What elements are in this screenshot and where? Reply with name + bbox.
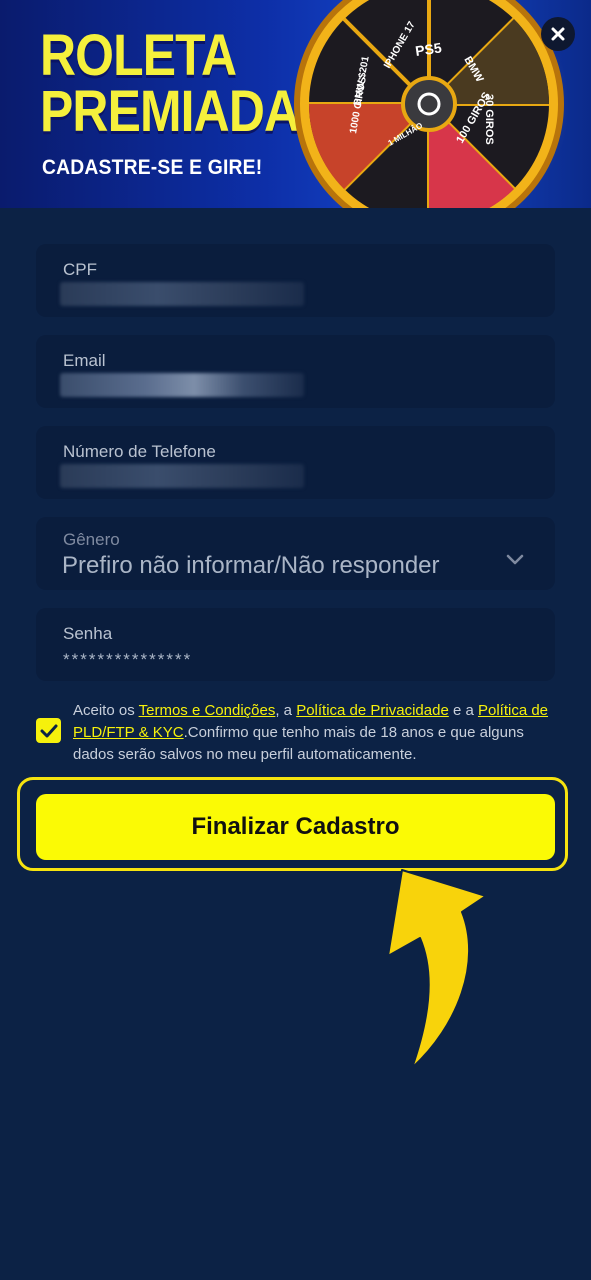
cpf-value-redacted bbox=[60, 282, 304, 306]
close-button[interactable] bbox=[541, 17, 575, 51]
banner-subtitle: CADASTRE-SE E GIRE! bbox=[42, 156, 263, 179]
password-field[interactable]: Senha *************** bbox=[36, 608, 555, 681]
gender-select[interactable]: Gênero Prefiro não informar/Não responde… bbox=[36, 517, 555, 590]
phone-field[interactable]: Número de Telefone bbox=[36, 426, 555, 499]
terms-consent: Aceito os Termos e Condições, a Política… bbox=[36, 700, 555, 764]
privacy-policy-link[interactable]: Política de Privacidade bbox=[296, 702, 449, 719]
cpf-field[interactable]: CPF bbox=[36, 244, 555, 317]
promo-banner[interactable]: ROLETA PREMIADA CADASTRE-SE E GIRE! PS5 … bbox=[0, 0, 591, 208]
password-value: *************** bbox=[63, 650, 193, 669]
terms-link[interactable]: Termos e Condições bbox=[139, 702, 276, 719]
banner-title: ROLETA PREMIADA bbox=[40, 23, 300, 144]
email-field[interactable]: Email bbox=[36, 335, 555, 408]
chevron-down-icon bbox=[506, 554, 524, 565]
prize-wheel: PS5 BMW 30 GIROS 100 GIROS 1 MILHÃO 1000… bbox=[294, 0, 564, 208]
close-icon bbox=[551, 27, 565, 41]
pointer-arrow-icon bbox=[387, 869, 487, 1069]
email-label: Email bbox=[63, 351, 106, 370]
cpf-label: CPF bbox=[63, 260, 97, 279]
gender-value: Prefiro não informar/Não responder bbox=[62, 552, 440, 579]
phone-label: Número de Telefone bbox=[63, 442, 216, 461]
gender-label: Gênero bbox=[63, 530, 120, 549]
phone-value-redacted bbox=[60, 464, 304, 488]
terms-text: Aceito os Termos e Condições, a Política… bbox=[73, 702, 549, 763]
terms-checkbox[interactable] bbox=[36, 718, 61, 743]
email-value-redacted bbox=[60, 373, 304, 397]
password-label: Senha bbox=[63, 624, 113, 643]
checkmark-icon bbox=[40, 724, 57, 737]
